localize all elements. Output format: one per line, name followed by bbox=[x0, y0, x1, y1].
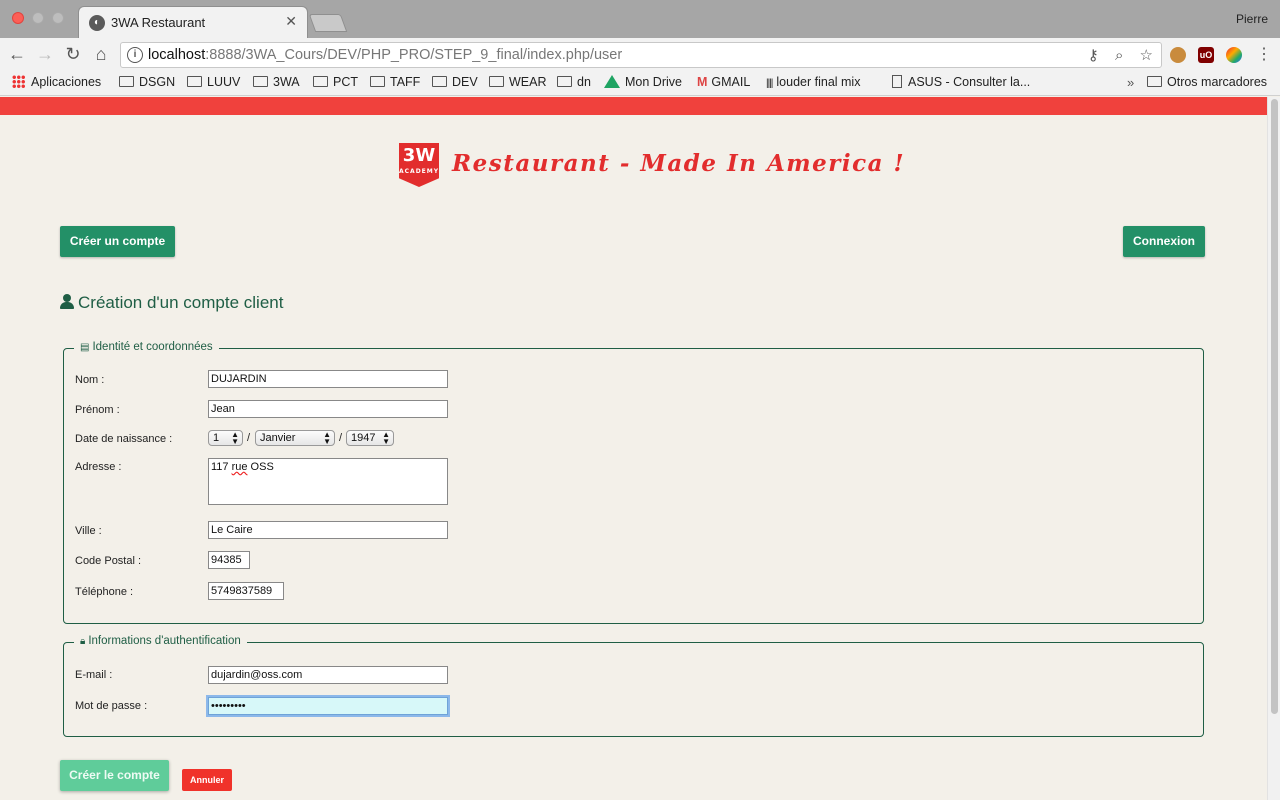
browser-tab[interactable]: ◐ 3WA Restaurant ✕ bbox=[78, 6, 308, 38]
scrollbar-thumb[interactable] bbox=[1271, 99, 1278, 714]
cookie-extension-icon[interactable] bbox=[1170, 47, 1186, 63]
document-icon bbox=[892, 75, 902, 88]
cancel-button[interactable]: Annuler bbox=[182, 769, 232, 791]
url-text[interactable]: localhost:8888/3WA_Cours/DEV/PHP_PRO/STE… bbox=[148, 47, 622, 63]
bookmark-gmail[interactable]: M GMAIL bbox=[697, 75, 750, 89]
select-arrows-icon: ▲ ▼ bbox=[231, 430, 239, 446]
reload-icon[interactable]: ↻ bbox=[62, 44, 84, 65]
bookmark-folder-luuv[interactable]: LUUV bbox=[187, 75, 240, 89]
city-input[interactable]: Le Caire bbox=[208, 521, 448, 539]
window-minimize-button[interactable] bbox=[32, 12, 44, 24]
password-label: Mot de passe : bbox=[75, 700, 148, 712]
barcode-icon: |||| bbox=[766, 78, 773, 89]
postal-code-input[interactable]: 94385 bbox=[208, 551, 250, 569]
first-name-input[interactable]: Jean bbox=[208, 400, 448, 418]
bookmark-folder-dn[interactable]: dn bbox=[557, 75, 591, 89]
identity-fieldset: ▤ Identité et coordonnées Nom : DUJARDIN … bbox=[63, 341, 1204, 624]
address-bar[interactable]: i localhost:8888/3WA_Cours/DEV/PHP_PRO/S… bbox=[120, 42, 1162, 68]
profile-name[interactable]: Pierre bbox=[1236, 12, 1268, 26]
folder-icon bbox=[1147, 76, 1162, 87]
folder-icon bbox=[370, 76, 385, 87]
bookmark-folder-3wa[interactable]: 3WA bbox=[253, 75, 300, 89]
bookmark-folder-wear[interactable]: WEAR bbox=[489, 75, 547, 89]
site-title: Restaurant - Made In America ! bbox=[452, 150, 906, 177]
password-input[interactable]: ••••••••• bbox=[208, 697, 448, 715]
zoom-icon[interactable]: ⌕ bbox=[1115, 47, 1123, 64]
home-icon[interactable]: ⌂ bbox=[90, 44, 112, 65]
tab-close-icon[interactable]: ✕ bbox=[285, 13, 297, 30]
birth-month-select[interactable]: Janvier ▲ ▼ bbox=[255, 430, 335, 446]
bookmarks-overflow-icon[interactable]: » bbox=[1127, 75, 1134, 90]
folder-icon bbox=[313, 76, 328, 87]
birth-date-label: Date de naissance : bbox=[75, 433, 173, 445]
bookmark-apps[interactable]: Aplicaciones bbox=[12, 75, 101, 89]
window-close-button[interactable] bbox=[12, 12, 24, 24]
page-scrollbar[interactable] bbox=[1267, 97, 1280, 800]
date-separator: / bbox=[247, 432, 251, 444]
top-red-bar bbox=[0, 97, 1267, 115]
bookmark-folder-dsgn[interactable]: DSGN bbox=[119, 75, 175, 89]
new-tab-button[interactable] bbox=[308, 14, 348, 32]
email-label: E-mail : bbox=[75, 669, 113, 681]
bookmark-asus[interactable]: ASUS - Consulter la... bbox=[892, 75, 1030, 89]
phone-label: Téléphone : bbox=[75, 586, 134, 598]
ublock-extension-icon[interactable]: uO bbox=[1198, 47, 1214, 63]
bookmark-mon-drive[interactable]: Mon Drive bbox=[604, 75, 682, 89]
3wa-logo[interactable]: 3W ACADEMY bbox=[399, 143, 439, 187]
gmail-icon: M bbox=[697, 75, 708, 89]
bookmark-folder-dev[interactable]: DEV bbox=[432, 75, 478, 89]
forward-arrow-icon[interactable]: → bbox=[34, 44, 56, 65]
bookmark-folder-taff[interactable]: TAFF bbox=[370, 75, 420, 89]
site-info-icon[interactable]: i bbox=[127, 47, 143, 63]
bookmark-other[interactable]: Otros marcadores bbox=[1147, 75, 1267, 89]
login-button[interactable]: Connexion bbox=[1123, 226, 1205, 257]
bookmark-louder[interactable]: |||| louder final mix bbox=[766, 75, 860, 89]
folder-icon bbox=[187, 76, 202, 87]
create-account-button[interactable]: Créer un compte bbox=[60, 226, 175, 257]
postal-code-label: Code Postal : bbox=[75, 555, 142, 567]
window-titlebar: ◐ 3WA Restaurant ✕ Pierre bbox=[0, 0, 1280, 38]
book-icon: ▤ bbox=[80, 342, 90, 353]
last-name-input[interactable]: DUJARDIN bbox=[208, 370, 448, 388]
lock-icon: 🔒︎ bbox=[80, 636, 86, 647]
birth-day-select[interactable]: 1 ▲ ▼ bbox=[208, 430, 243, 446]
tab-title: 3WA Restaurant bbox=[111, 15, 206, 30]
select-arrows-icon: ▲ ▼ bbox=[323, 430, 331, 446]
folder-icon bbox=[557, 76, 572, 87]
drive-icon bbox=[604, 75, 620, 88]
apps-grid-icon bbox=[12, 75, 25, 88]
create-account-submit-button[interactable]: Créer le compte bbox=[60, 760, 169, 791]
page-viewport: 3W ACADEMY Restaurant - Made In America !… bbox=[0, 97, 1267, 800]
color-extension-icon[interactable] bbox=[1226, 47, 1242, 63]
user-icon bbox=[60, 294, 74, 309]
folder-icon bbox=[489, 76, 504, 87]
browser-menu-icon[interactable]: ⋮ bbox=[1256, 44, 1272, 64]
bookmark-folder-pct[interactable]: PCT bbox=[313, 75, 358, 89]
window-maximize-button[interactable] bbox=[52, 12, 64, 24]
key-icon[interactable]: ⚷ bbox=[1088, 47, 1099, 64]
city-label: Ville : bbox=[75, 525, 102, 537]
select-arrows-icon: ▲ ▼ bbox=[382, 430, 390, 446]
folder-icon bbox=[432, 76, 447, 87]
phone-input[interactable]: 5749837589 bbox=[208, 582, 284, 600]
auth-legend: 🔒︎ Informations d'authentification bbox=[74, 635, 247, 647]
back-arrow-icon[interactable]: ← bbox=[6, 44, 28, 65]
date-separator: / bbox=[339, 432, 343, 444]
auth-fieldset: 🔒︎ Informations d'authentification E-mail… bbox=[63, 635, 1204, 737]
bookmarks-bar: Aplicaciones DSGN LUUV 3WA PCT TAFF DEV … bbox=[0, 72, 1280, 96]
browser-toolbar: ← → ↻ ⌂ i localhost:8888/3WA_Cours/DEV/P… bbox=[0, 38, 1280, 72]
first-name-label: Prénom : bbox=[75, 404, 120, 416]
tab-favicon-icon: ◐ bbox=[89, 15, 105, 31]
last-name-label: Nom : bbox=[75, 374, 105, 386]
identity-legend: ▤ Identité et coordonnées bbox=[74, 341, 219, 353]
bookmark-star-icon[interactable]: ☆ bbox=[1140, 47, 1153, 64]
page-title: Création d'un compte client bbox=[60, 293, 283, 313]
folder-icon bbox=[253, 76, 268, 87]
address-textarea[interactable]: 117 rue OSS bbox=[208, 458, 448, 505]
folder-icon bbox=[119, 76, 134, 87]
email-input[interactable]: dujardin@oss.com bbox=[208, 666, 448, 684]
birth-year-select[interactable]: 1947 ▲ ▼ bbox=[346, 430, 394, 446]
address-label: Adresse : bbox=[75, 461, 122, 473]
